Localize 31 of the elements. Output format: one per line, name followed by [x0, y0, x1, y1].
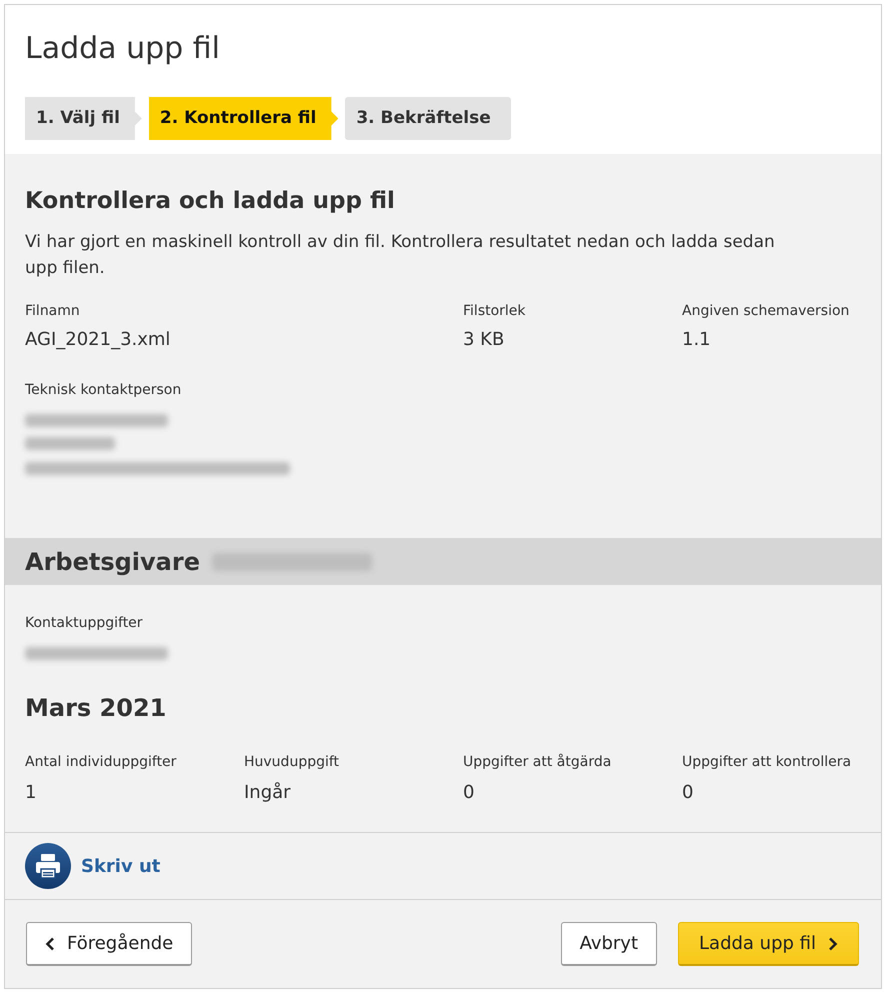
upload-button[interactable]: Ladda upp fil	[678, 922, 859, 966]
field-value: 0	[463, 781, 474, 805]
printer-icon[interactable]	[25, 843, 71, 889]
field-label: Antal individuppgifter	[25, 753, 176, 772]
print-link[interactable]: Skriv ut	[81, 856, 160, 876]
field-label: Uppgifter att kontrollera	[682, 753, 852, 772]
step-tab[interactable]: 3. Bekräftelse	[345, 97, 511, 140]
field-label: Teknisk kontaktperson	[25, 381, 182, 400]
chevron-right-icon	[828, 936, 838, 950]
intro-text: Vi har gjort en maskinell kontroll av din fil. Kontrollera resultatet nedan och ladda sedan upp filen.	[25, 231, 776, 280]
section-heading: Kontrollera och ladda upp fil	[25, 187, 395, 216]
step-tab[interactable]: 2. Kontrollera fil	[148, 97, 338, 140]
field-value: 3 KB	[463, 328, 504, 352]
field-label: Angiven schemaversion	[682, 302, 850, 321]
field-value: 0	[682, 781, 694, 805]
field-value: AGI_2021_3.xml	[25, 328, 170, 352]
back-button[interactable]: Föregående	[26, 922, 192, 966]
cancel-button[interactable]: Avbryt	[560, 922, 658, 966]
field-value: Ingår	[244, 781, 291, 805]
field-value: 1	[25, 781, 36, 805]
field-label: Uppgifter att åtgärda	[463, 752, 612, 772]
field-label: Filnamn	[25, 302, 80, 321]
field-label: Filstorlek	[463, 302, 526, 321]
section-heading: Mars 2021	[25, 693, 166, 724]
field-label: Huvuduppgift	[244, 753, 340, 772]
page-title: Ladda upp fil	[25, 30, 220, 68]
field-label: Kontaktuppgifter	[25, 614, 143, 633]
field-value: 1.1	[682, 328, 711, 352]
chevron-left-icon	[45, 936, 55, 950]
step-tab[interactable]: 1. Välj fil	[25, 97, 142, 140]
section-heading: Arbetsgivare	[25, 546, 200, 578]
